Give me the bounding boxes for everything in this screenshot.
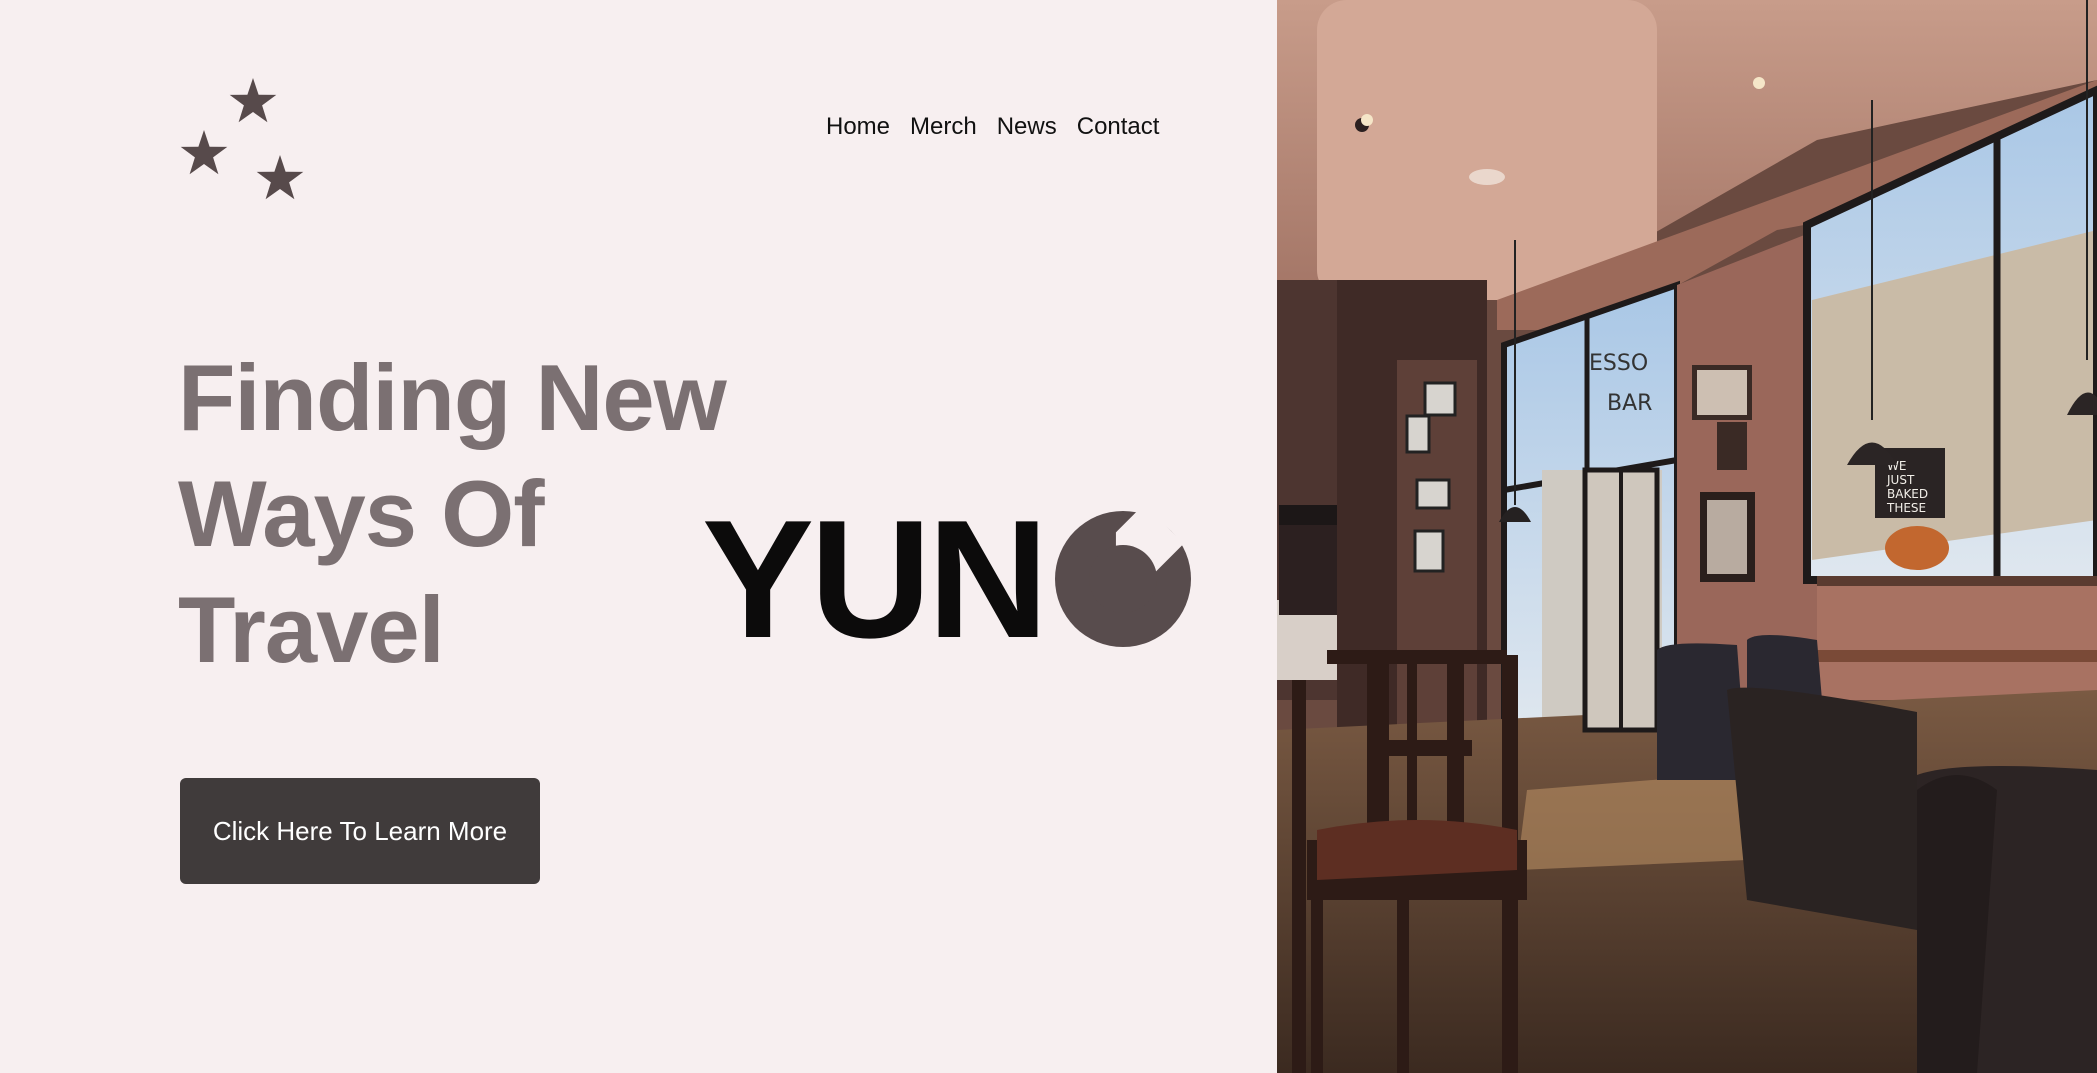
headline-line: Finding New xyxy=(178,345,727,450)
star-icon xyxy=(256,155,304,200)
learn-more-button[interactable]: Click Here To Learn More xyxy=(180,778,540,884)
stars-logo-icon[interactable] xyxy=(178,78,308,203)
nav-contact-link[interactable]: Contact xyxy=(1077,110,1160,144)
window-sign-text: JUST xyxy=(1886,473,1915,487)
wordmark-g-icon xyxy=(1054,511,1191,647)
window-sign-text: THESE xyxy=(1886,501,1926,515)
brand-wordmark: YUN xyxy=(702,485,1191,673)
wordmark-text: YUN xyxy=(702,485,1049,673)
nav-news-link[interactable]: News xyxy=(997,110,1057,144)
nav-home-link[interactable]: Home xyxy=(826,110,890,144)
main-nav: Home Merch News Contact xyxy=(826,110,1159,144)
nav-merch-link[interactable]: Merch xyxy=(910,110,977,144)
star-icon xyxy=(229,78,277,123)
cafe-interior-photo: ESSO BAR WE JUST BAKED THESE xyxy=(1277,0,2097,1073)
window-lettering: BAR xyxy=(1607,391,1652,416)
star-icon xyxy=(180,130,228,175)
window-sign-text: BAKED xyxy=(1887,487,1928,501)
window-lettering: ESSO xyxy=(1589,351,1648,376)
left-panel: Home Merch News Contact Finding New Ways… xyxy=(0,0,1277,1073)
